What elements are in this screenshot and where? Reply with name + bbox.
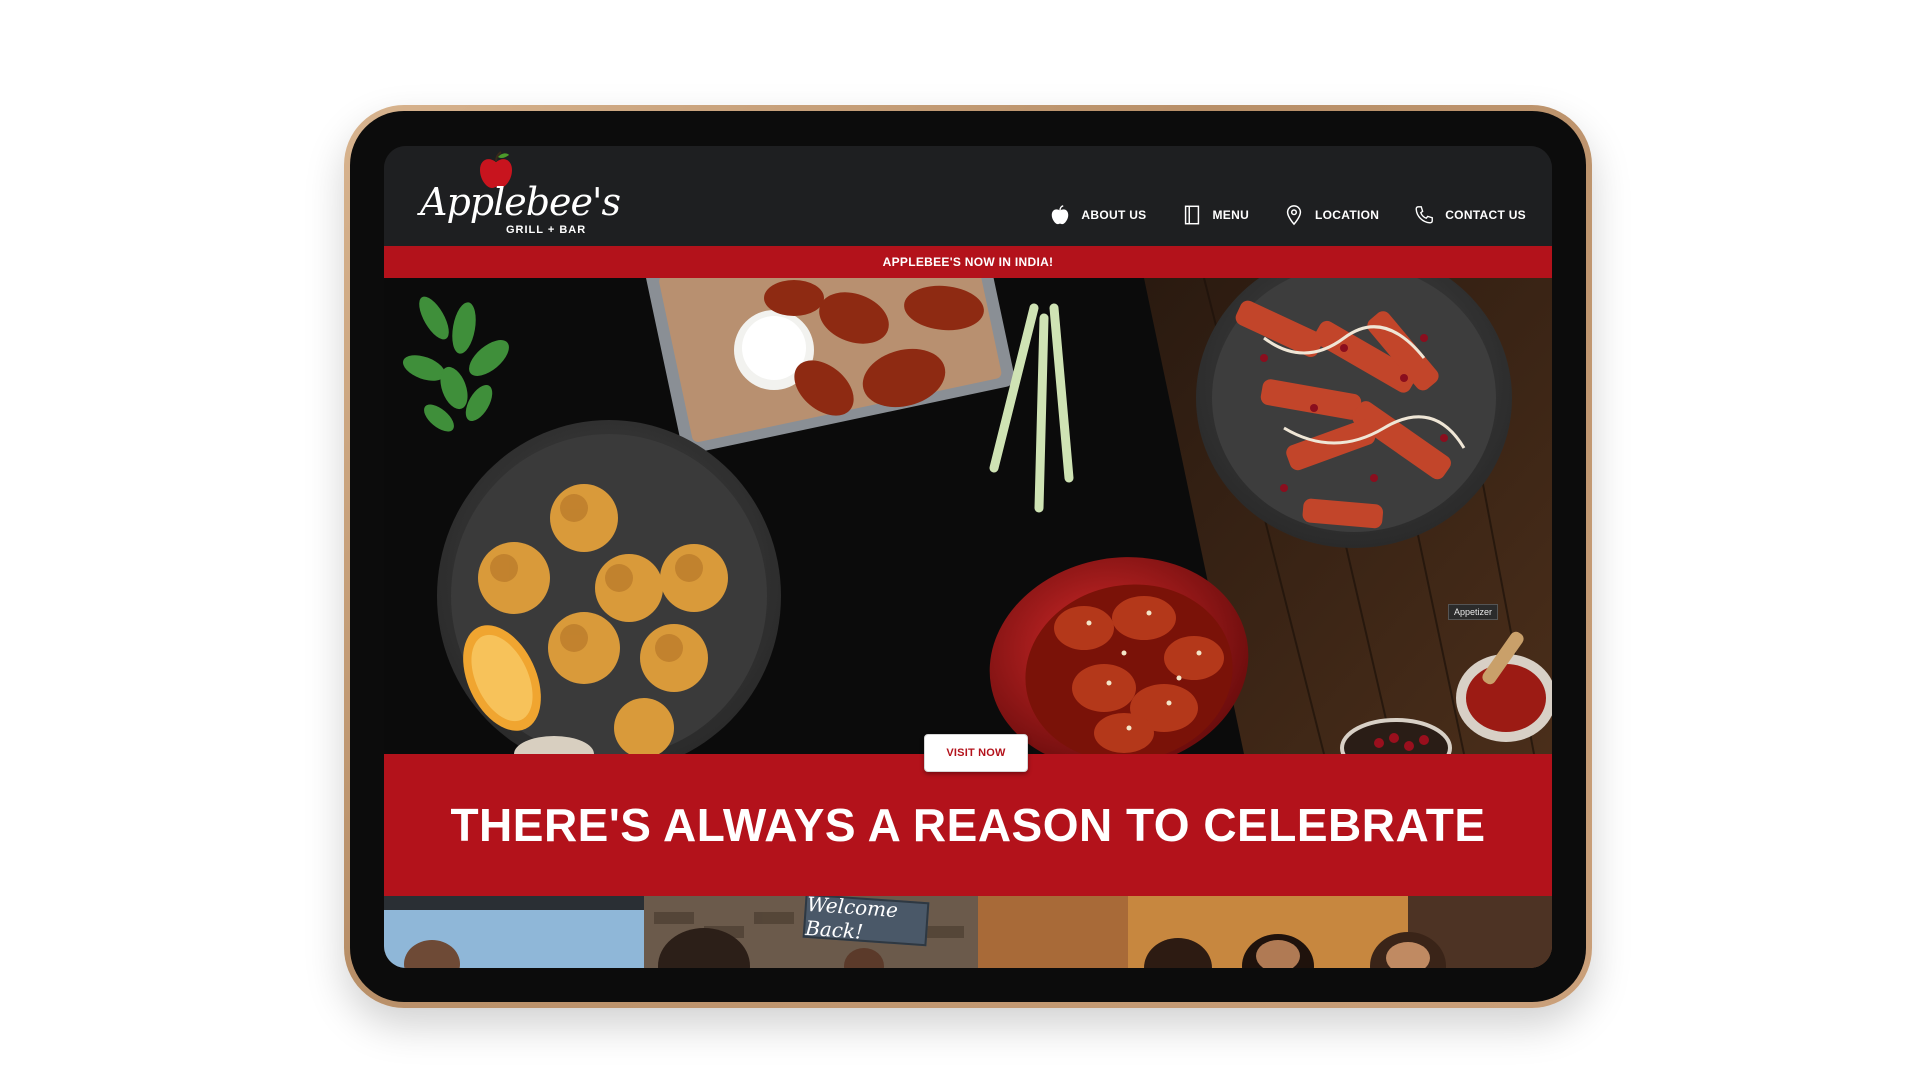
apple-icon xyxy=(1052,205,1069,225)
nav-about-us-label: ABOUT US xyxy=(1081,208,1147,222)
nav-contact-us[interactable]: CONTACT US xyxy=(1413,204,1526,226)
brand-tagline: GRILL + BAR xyxy=(506,224,587,236)
appetizer-tag: Appetizer xyxy=(1448,604,1499,620)
tablet-screen: Applebee's GRILL + BAR ABOUT US MENU LOC… xyxy=(384,146,1552,968)
nav-about-us[interactable]: ABOUT US xyxy=(1049,204,1146,226)
phone-icon xyxy=(1415,206,1434,224)
site-header: Applebee's GRILL + BAR ABOUT US MENU LOC… xyxy=(384,146,1552,246)
nav-location-label: LOCATION xyxy=(1315,208,1380,222)
main-nav: ABOUT US MENU LOCATION CONTACT US xyxy=(1049,204,1526,226)
visit-now-button[interactable]: VISIT NOW xyxy=(924,734,1028,772)
nav-location[interactable]: LOCATION xyxy=(1283,204,1379,226)
map-pin-icon xyxy=(1286,205,1302,226)
food-spread-illustration xyxy=(384,278,1552,754)
nav-menu[interactable]: MENU xyxy=(1181,204,1250,226)
brand-name: Applebee's xyxy=(420,180,621,224)
book-icon xyxy=(1184,205,1199,225)
headline-banner: THERE'S ALWAYS A REASON TO CELEBRATE xyxy=(384,754,1552,896)
guests-photo-strip: Welcome Back! xyxy=(384,896,1552,968)
hero-food-image: Appetizer xyxy=(384,278,1552,754)
headline-text: THERE'S ALWAYS A REASON TO CELEBRATE xyxy=(450,799,1486,851)
restaurant-interior-photo xyxy=(978,896,1552,968)
announcement-bar[interactable]: APPLEBEE'S NOW IN INDIA! xyxy=(384,246,1552,278)
nav-contact-us-label: CONTACT US xyxy=(1445,208,1526,222)
welcome-back-sign: Welcome Back! xyxy=(802,896,930,947)
brand-logo[interactable]: Applebee's GRILL + BAR xyxy=(420,150,621,240)
nav-menu-label: MENU xyxy=(1212,208,1250,222)
